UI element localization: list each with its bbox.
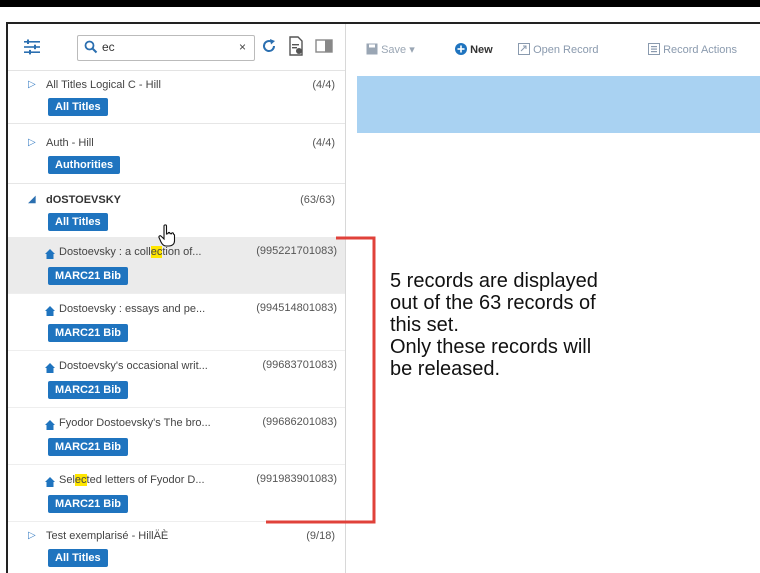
record-title: Fyodor Dostoevsky's The bro...: [59, 417, 211, 429]
open-record-icon: [518, 43, 530, 55]
add-circle-icon: [455, 43, 467, 55]
set-name: dOSTOEVSKY: [46, 194, 121, 206]
document-settings-icon[interactable]: [288, 36, 304, 56]
top-black-bar: [0, 0, 760, 7]
record-set-item[interactable]: ▷ Auth - Hill (4/4) Authorities: [8, 124, 345, 184]
set-type-badge: All Titles: [48, 549, 108, 567]
editor-toolbar: Save ▾ New Open Record Record Actions: [346, 24, 760, 76]
home-icon: [45, 306, 55, 316]
editor-header-band: [357, 76, 760, 133]
set-count: (4/4): [312, 137, 335, 149]
refresh-icon[interactable]: [261, 38, 277, 54]
home-icon: [45, 477, 55, 487]
set-name: Auth - Hill: [46, 137, 94, 149]
annotation-line: be released.: [390, 358, 501, 380]
set-type-badge: All Titles: [48, 213, 108, 231]
set-name: Test exemplarisé - HillÄÈ: [46, 530, 169, 542]
set-count: (4/4): [312, 79, 335, 91]
record-type-badge: MARC21 Bib: [48, 324, 129, 342]
open-record-button[interactable]: Open Record: [518, 43, 599, 56]
open-record-label: Open Record: [533, 44, 599, 56]
search-icon: [84, 40, 98, 54]
save-button[interactable]: Save ▾: [366, 43, 415, 56]
annotation-line: this set.: [390, 314, 459, 336]
home-icon: [45, 420, 55, 430]
record-type-badge: MARC21 Bib: [48, 495, 129, 513]
hand-cursor-icon: [158, 224, 176, 247]
annotation-line: Only these records will: [390, 336, 592, 358]
record-set-item-expanded[interactable]: ◢ dOSTOEVSKY (63/63) All Titles: [8, 184, 345, 236]
expand-arrow-icon[interactable]: ▷: [28, 79, 36, 90]
record-actions-icon: [648, 43, 660, 55]
annotation-line: 5 records are displayed: [390, 270, 598, 292]
expand-arrow-icon[interactable]: ▷: [28, 137, 36, 148]
split-panel-icon[interactable]: [315, 39, 333, 53]
record-actions-button[interactable]: Record Actions: [648, 43, 737, 56]
set-type-badge: Authorities: [48, 156, 121, 174]
annotation-text: 5 records are displayed out of the 63 re…: [390, 270, 690, 380]
home-icon: [45, 363, 55, 373]
set-name: All Titles Logical C - Hill: [46, 79, 161, 91]
record-title: Dostoevsky : a collection of...: [59, 246, 202, 258]
clear-search-button[interactable]: ×: [239, 40, 246, 54]
record-type-badge: MARC21 Bib: [48, 267, 129, 285]
save-label: Save: [381, 44, 407, 56]
record-type-badge: MARC21 Bib: [48, 381, 129, 399]
new-label: New: [470, 44, 493, 56]
sidebar-search-row: ×: [8, 24, 345, 71]
record-set-item[interactable]: ▷ All Titles Logical C - Hill (4/4) All …: [8, 71, 345, 124]
set-count: (63/63): [300, 194, 335, 206]
annotation-line: out of the 63 records of: [390, 292, 596, 314]
search-box: ×: [77, 35, 255, 61]
filter-settings-icon[interactable]: [22, 38, 42, 56]
set-type-badge: All Titles: [48, 98, 108, 116]
save-icon: [366, 43, 378, 55]
record-title: Selected letters of Fyodor D...: [59, 474, 205, 486]
home-icon: [45, 249, 55, 259]
record-type-badge: MARC21 Bib: [48, 438, 129, 456]
collapse-arrow-icon[interactable]: ◢: [28, 194, 36, 205]
expand-arrow-icon[interactable]: ▷: [28, 530, 36, 541]
new-button[interactable]: New: [455, 43, 493, 56]
annotation-bracket: [266, 236, 376, 524]
record-actions-label: Record Actions: [663, 44, 738, 56]
record-title: Dostoevsky : essays and pe...: [59, 303, 206, 315]
record-title: Dostoevsky's occasional writ...: [59, 360, 208, 372]
search-input[interactable]: [102, 39, 222, 55]
